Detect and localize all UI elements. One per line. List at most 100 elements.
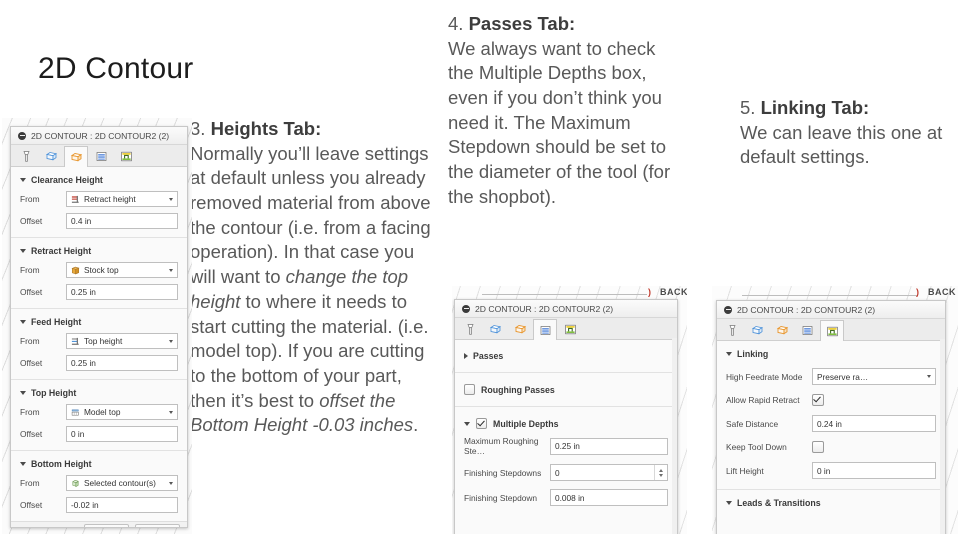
section-header[interactable]: Clearance Height xyxy=(20,175,178,185)
from-select[interactable]: Stock top xyxy=(66,262,178,278)
chevron-down-icon xyxy=(169,268,173,272)
from-label: From xyxy=(20,194,40,204)
heights-screenshot: 2D CONTOUR : 2D CONTOUR2 (2) Clearance H… xyxy=(2,118,192,534)
linking-group-header[interactable]: Linking xyxy=(726,349,936,359)
section-top-height: Top Height From Model top Offset 0 in xyxy=(11,379,187,450)
chevron-down-icon xyxy=(20,178,26,182)
finishing-stepdowns-stepper[interactable] xyxy=(654,465,663,480)
from-select[interactable]: Model top xyxy=(66,404,178,420)
section-retract-height: Retract Height From Stock top Offset 0.2… xyxy=(11,237,187,308)
roughing-passes-label: Roughing Passes xyxy=(481,384,555,395)
passes-group-title: Passes xyxy=(473,351,504,361)
section-linking: Linking High Feedrate Mode Preserve ra… … xyxy=(717,341,945,489)
lift-height-input[interactable]: 0 in xyxy=(812,462,936,479)
from-select[interactable]: Top height xyxy=(66,333,178,349)
tab-geometry[interactable] xyxy=(483,319,507,339)
tab-passes[interactable] xyxy=(795,320,819,340)
cad-red-marker: ) xyxy=(916,287,919,297)
tab-linking[interactable] xyxy=(558,319,582,339)
chevron-down-icon xyxy=(20,320,26,324)
page-title: 2D Contour xyxy=(38,52,194,85)
finishing-stepdown-input[interactable]: 0.008 in xyxy=(550,489,668,506)
chevron-down-icon xyxy=(927,375,931,378)
tab-geometry[interactable] xyxy=(39,146,63,166)
safe-distance-row: Safe Distance 0.24 in xyxy=(726,415,936,432)
cad-red-marker: ) xyxy=(648,287,651,297)
section-header[interactable]: Bottom Height xyxy=(20,459,178,469)
offset-input[interactable]: -0.02 in xyxy=(66,497,178,513)
from-row: From Top height xyxy=(20,333,178,349)
tab-heights[interactable] xyxy=(508,319,532,339)
tab-tool[interactable] xyxy=(720,320,744,340)
dialog-collapse-icon[interactable] xyxy=(18,131,26,140)
info-icon[interactable]: i xyxy=(18,526,28,527)
from-label: From xyxy=(20,478,40,488)
max-roughing-stepdown-input[interactable]: 0.25 in xyxy=(550,437,668,455)
high-feedrate-mode-select[interactable]: Preserve ra… xyxy=(812,368,936,385)
offset-value: 0.25 in xyxy=(71,358,96,368)
selected-contours-icon xyxy=(72,479,79,487)
cancel-button[interactable]: Cancel xyxy=(135,523,180,527)
tab-linking[interactable] xyxy=(114,146,138,166)
section-header[interactable]: Top Height xyxy=(20,388,178,398)
from-select[interactable]: Selected contour(s) xyxy=(66,475,178,491)
heights-dialog-title: 2D CONTOUR : 2D CONTOUR2 (2) xyxy=(31,130,170,141)
linking-group-title: Linking xyxy=(737,349,769,359)
stepper-down-icon[interactable] xyxy=(659,473,663,477)
from-row: From Selected contour(s) xyxy=(20,475,178,491)
tab-passes[interactable] xyxy=(533,319,557,340)
linking-dialog-scrollbar[interactable] xyxy=(940,339,945,534)
roughing-passes-row[interactable]: Roughing Passes xyxy=(464,384,668,395)
lift-height-value: 0 in xyxy=(817,465,831,476)
text-block-passes: 4. Passes Tab: We always want to check t… xyxy=(448,12,686,210)
cad-dark-marker: BACK xyxy=(660,287,687,297)
stock-top-icon xyxy=(71,266,80,274)
tab-passes[interactable] xyxy=(89,146,113,166)
leads-group-header[interactable]: Leads & Transitions xyxy=(726,498,936,508)
chevron-down-icon xyxy=(726,501,732,505)
multiple-depths-checkbox[interactable] xyxy=(476,418,487,429)
roughing-passes-checkbox[interactable] xyxy=(464,384,475,395)
passes-dialog[interactable]: 2D CONTOUR : 2D CONTOUR2 (2) Passes Roug… xyxy=(454,299,678,534)
safe-distance-label: Safe Distance xyxy=(726,418,779,429)
finishing-stepdown-value: 0.008 in xyxy=(555,492,585,503)
chevron-down-icon xyxy=(169,197,173,201)
offset-input[interactable]: 0.25 in xyxy=(66,284,178,300)
ok-button[interactable]: OK xyxy=(84,523,129,527)
from-value: Stock top xyxy=(84,265,119,275)
tab-tool[interactable] xyxy=(458,319,482,339)
passes-group-header[interactable]: Passes xyxy=(464,351,668,361)
tab-linking[interactable] xyxy=(820,320,844,341)
offset-input[interactable]: 0.25 in xyxy=(66,355,178,371)
allow-rapid-retract-checkbox[interactable] xyxy=(812,394,824,406)
tab-geometry[interactable] xyxy=(745,320,769,340)
heights-body-3: . xyxy=(413,414,419,436)
offset-row: Offset 0.4 in xyxy=(20,213,178,229)
dialog-collapse-icon[interactable] xyxy=(462,304,470,313)
section-header[interactable]: Retract Height xyxy=(20,246,178,256)
finishing-stepdowns-input[interactable]: 0 xyxy=(550,464,668,481)
passes-dialog-scrollbar[interactable] xyxy=(672,338,677,534)
tab-heights[interactable] xyxy=(770,320,794,340)
multiple-depths-row[interactable]: Multiple Depths xyxy=(464,418,668,429)
offset-input[interactable]: 0 in xyxy=(66,426,178,442)
tab-tool[interactable] xyxy=(14,146,38,166)
safe-distance-input[interactable]: 0.24 in xyxy=(812,415,936,432)
from-select[interactable]: Retract height xyxy=(66,191,178,207)
tab-heights[interactable] xyxy=(64,146,88,167)
cad-edge xyxy=(742,295,917,296)
linking-dialog[interactable]: 2D CONTOUR : 2D CONTOUR2 (2) Linking Hig… xyxy=(716,300,946,534)
heights-dialog[interactable]: 2D CONTOUR : 2D CONTOUR2 (2) Clearance H… xyxy=(10,126,188,528)
allow-rapid-retract-label: Allow Rapid Retract xyxy=(726,395,800,405)
heights-dialog-tabbar xyxy=(11,145,187,167)
dialog-collapse-icon[interactable] xyxy=(724,305,732,314)
retract-height-icon xyxy=(71,195,79,203)
stepper-up-icon[interactable] xyxy=(659,468,663,472)
section-title: Clearance Height xyxy=(31,175,103,185)
linking-dialog-body: Linking High Feedrate Mode Preserve ra… … xyxy=(717,341,945,534)
section-header[interactable]: Feed Height xyxy=(20,317,178,327)
keep-tool-down-checkbox[interactable] xyxy=(812,441,824,453)
chevron-down-icon xyxy=(20,249,26,253)
offset-input[interactable]: 0.4 in xyxy=(66,213,178,229)
high-feedrate-mode-label: High Feedrate Mode xyxy=(726,371,803,382)
